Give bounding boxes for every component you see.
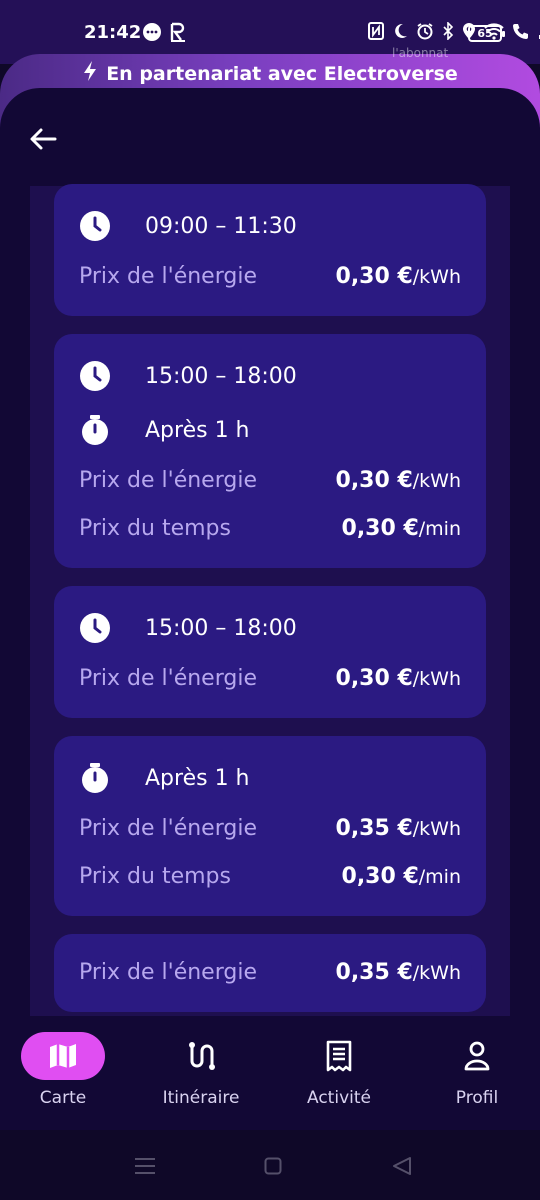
time-price-label: Prix du temps	[79, 863, 231, 889]
clock-icon	[79, 612, 111, 644]
tab-activite[interactable]: Activité	[279, 1032, 399, 1108]
tab-activite-label: Activité	[307, 1088, 371, 1108]
receipt-icon	[326, 1040, 352, 1072]
energy-price-label: Prix de l'énergie	[79, 815, 257, 841]
time-range: 15:00 – 18:00	[145, 615, 297, 641]
nfc-icon	[368, 22, 384, 44]
battery-indicator: 65	[468, 25, 505, 42]
energy-price-label: Prix de l'énergie	[79, 959, 257, 985]
banner-behind-text: l'abonnat	[392, 46, 449, 60]
recents-icon[interactable]	[134, 1157, 156, 1175]
pricing-card: 15:00 – 18:00 Prix de l'énergie 0,30 €/k…	[54, 586, 486, 718]
back-nav-icon[interactable]	[392, 1157, 412, 1175]
status-left-icons	[142, 22, 186, 46]
tab-itineraire-label: Itinéraire	[162, 1088, 240, 1108]
status-right-icons	[368, 21, 540, 44]
r-app-icon	[170, 22, 186, 46]
tab-activite-pill	[297, 1032, 381, 1080]
chat-bubble-icon	[142, 22, 162, 46]
clock-icon	[79, 360, 111, 392]
energy-price-value: 0,30 €/kWh	[335, 467, 461, 493]
status-time: 21:42	[84, 22, 142, 43]
tab-itineraire-pill	[159, 1032, 243, 1080]
stopwatch-icon	[79, 414, 111, 446]
bluetooth-icon	[442, 21, 454, 44]
energy-price-value: 0,30 €/kWh	[335, 263, 461, 289]
energy-price-label: Prix de l'énergie	[79, 467, 257, 493]
clock-icon	[79, 210, 111, 242]
moon-icon	[392, 22, 408, 44]
system-nav-bar	[0, 1130, 540, 1200]
energy-price-value: 0,35 €/kWh	[335, 959, 461, 985]
time-price-value: 0,30 €/min	[341, 863, 461, 889]
map-icon	[50, 1044, 76, 1068]
tab-carte-pill	[21, 1032, 105, 1080]
back-button[interactable]	[26, 122, 60, 156]
energy-price-value: 0,35 €/kWh	[335, 815, 461, 841]
tab-profil[interactable]: Profil	[417, 1032, 537, 1108]
arrow-left-icon	[30, 128, 57, 150]
pricing-card: 09:00 – 11:30 Prix de l'énergie 0,30 €/k…	[54, 184, 486, 316]
after-duration: Après 1 h	[145, 765, 250, 791]
tab-carte[interactable]: Carte	[3, 1032, 123, 1108]
pricing-card: Après 1 h Prix de l'énergie 0,35 €/kWh P…	[54, 736, 486, 916]
wifi-call-icon	[512, 22, 530, 44]
alarm-icon	[416, 22, 434, 44]
bolt-icon	[82, 60, 98, 87]
time-range: 15:00 – 18:00	[145, 363, 297, 389]
time-price-value: 0,30 €/min	[341, 515, 461, 541]
stopwatch-icon	[79, 762, 111, 794]
tab-carte-label: Carte	[39, 1088, 87, 1108]
energy-price-label: Prix de l'énergie	[79, 665, 257, 691]
home-icon[interactable]	[264, 1157, 282, 1175]
partner-banner-text: En partenariat avec Electroverse	[0, 60, 540, 87]
energy-price-value: 0,30 €/kWh	[335, 665, 461, 691]
tab-profil-pill	[435, 1032, 519, 1080]
time-price-label: Prix du temps	[79, 515, 231, 541]
tab-itineraire[interactable]: Itinéraire	[141, 1032, 261, 1108]
pricing-card: 15:00 – 18:00 Après 1 h Prix de l'énergi…	[54, 334, 486, 568]
person-icon	[464, 1041, 490, 1071]
partner-banner-label: En partenariat avec Electroverse	[106, 62, 458, 85]
energy-price-label: Prix de l'énergie	[79, 263, 257, 289]
time-range: 09:00 – 11:30	[145, 213, 297, 239]
route-icon	[189, 1042, 215, 1070]
tab-profil-label: Profil	[455, 1088, 499, 1108]
after-duration: Après 1 h	[145, 417, 250, 443]
pricing-card: Prix de l'énergie 0,35 €/kWh	[54, 934, 486, 1012]
